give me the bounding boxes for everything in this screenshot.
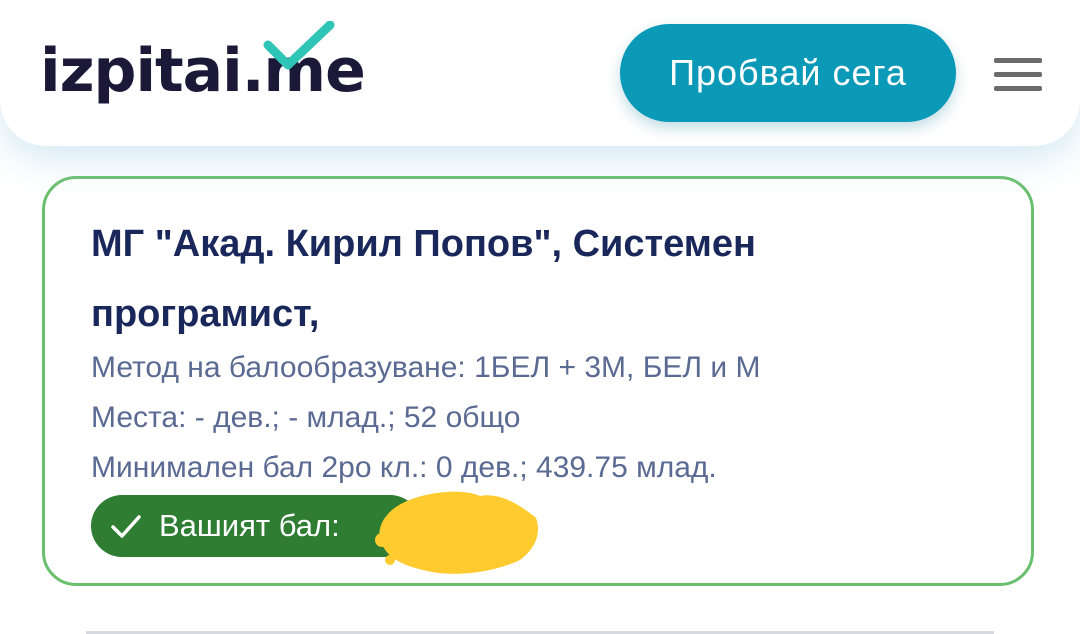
scoring-method: Метод на балообразуване: 1БЕЛ + 3М, БЕЛ …	[91, 351, 761, 384]
places-info: Места: - дев.; - млад.; 52 общо	[91, 401, 521, 434]
check-icon	[111, 515, 141, 538]
page: izpitai. me Пробвай сега МГ "Акад. Кирил…	[0, 0, 1080, 634]
redaction-mark	[375, 491, 539, 574]
logo-check-icon	[263, 21, 335, 70]
logo-text-me: me	[263, 21, 366, 101]
your-score-label: Вашият бал:	[159, 508, 340, 543]
logo-text-izpitai: izpitai.	[40, 36, 265, 106]
top-header: izpitai. me Пробвай сега	[0, 0, 1080, 146]
school-title: МГ "Акад. Кирил Попов", Системен програм…	[91, 223, 756, 335]
menu-bar	[994, 72, 1042, 77]
hamburger-menu-icon[interactable]	[992, 56, 1044, 92]
menu-bar	[994, 58, 1042, 63]
minimum-score: Минимален бал 2ро кл.: 0 дев.; 439.75 мл…	[91, 451, 717, 484]
try-now-button[interactable]: Пробвай сега	[620, 24, 956, 122]
menu-bar	[994, 86, 1042, 91]
izpitai-logo[interactable]: izpitai. me	[40, 21, 366, 116]
